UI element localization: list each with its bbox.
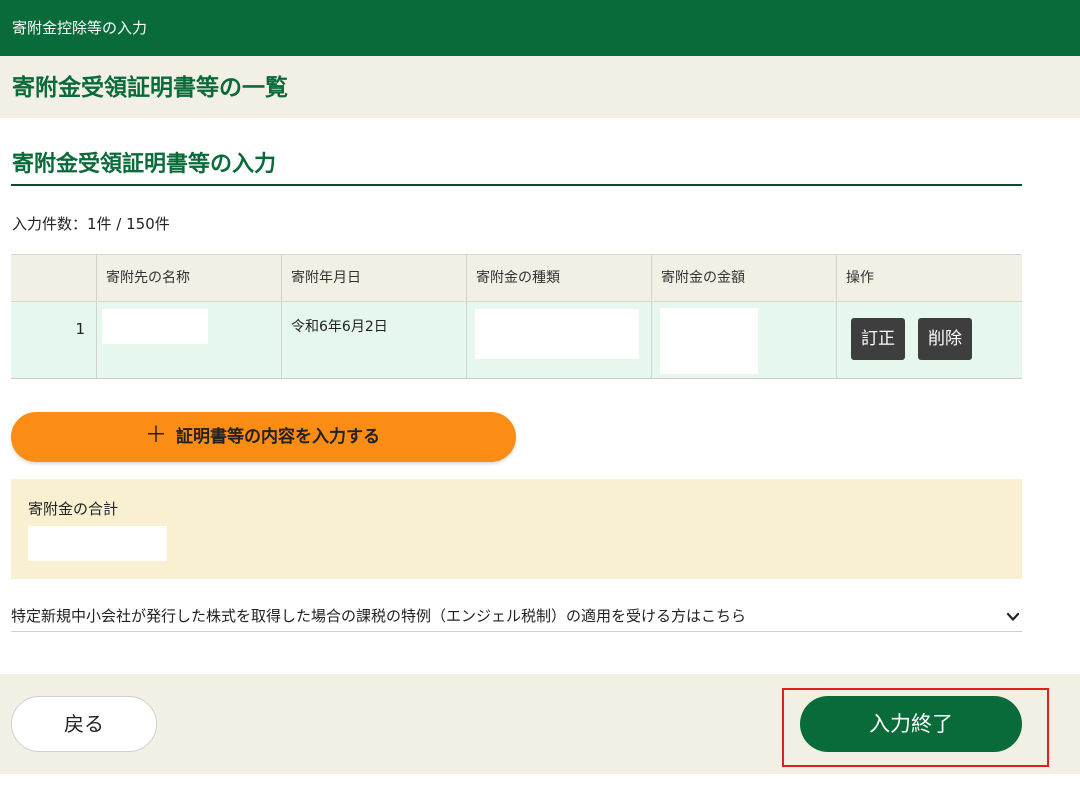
header-amount-label: 寄附金の金額 [661, 270, 745, 286]
delete-button[interactable]: 削除 [918, 318, 972, 360]
table-header: 寄附先の名称 寄附年月日 寄附金の種類 寄附金の金額 操作 [11, 255, 1022, 302]
cell-amount [652, 302, 837, 378]
header-cell-amount: 寄附金の金額 [652, 255, 837, 301]
angel-tax-text: 特定新規中小会社が発行した株式を取得した場合の課税の特例（エンジェル税制）の適用… [11, 607, 747, 625]
header-type-label: 寄附金の種類 [476, 270, 560, 286]
header-cell-type: 寄附金の種類 [467, 255, 652, 301]
cell-date: 令和6年6月2日 [282, 302, 467, 378]
header-cell-date: 寄附年月日 [282, 255, 467, 301]
section-title: 寄附金受領証明書等の入力 [12, 152, 277, 177]
redacted-type [475, 309, 639, 359]
cell-name [97, 302, 282, 378]
header-name-label: 寄附先の名称 [106, 270, 190, 286]
cell-type [467, 302, 652, 378]
cell-actions: 訂正 削除 [837, 302, 1022, 378]
add-certificate-label: 証明書等の内容を入力する [176, 427, 380, 447]
header-cell-name: 寄附先の名称 [97, 255, 282, 301]
top-bar: 寄附金控除等の入力 [0, 0, 1080, 56]
header-actions-label: 操作 [846, 270, 874, 286]
entry-count: 入力件数：1件 / 150件 [12, 215, 170, 233]
donation-table: 寄附先の名称 寄附年月日 寄附金の種類 寄附金の金額 操作 1 令和6年6月2日 [11, 254, 1022, 379]
back-button[interactable]: 戻る [11, 696, 157, 752]
redacted-amount [660, 308, 758, 374]
donation-total-panel: 寄附金の合計 [11, 479, 1022, 579]
add-certificate-button[interactable]: ＋ 証明書等の内容を入力する [11, 412, 516, 462]
donation-date: 令和6年6月2日 [291, 319, 388, 335]
row-number: 1 [75, 320, 85, 338]
edit-button[interactable]: 訂正 [851, 318, 905, 360]
plus-icon: ＋ [145, 423, 168, 448]
chevron-down-icon [1006, 612, 1020, 621]
app-title: 寄附金控除等の入力 [12, 19, 148, 37]
footer-bar: 戻る 入力終了 [0, 674, 1080, 774]
header-cell-no [11, 255, 97, 301]
redacted-name [102, 309, 208, 344]
table-row: 1 令和6年6月2日 訂正 削除 [11, 302, 1022, 379]
cell-no: 1 [11, 302, 97, 378]
angel-tax-expander[interactable]: 特定新規中小会社が発行した株式を取得した場合の課税の特例（エンジェル税制）の適用… [11, 604, 1022, 632]
page-title: 寄附金受領証明書等の一覧 [12, 75, 288, 101]
total-label: 寄附金の合計 [28, 500, 119, 518]
page-header: 寄附金受領証明書等の一覧 [0, 56, 1080, 118]
header-date-label: 寄附年月日 [291, 270, 361, 286]
finish-input-button[interactable]: 入力終了 [800, 696, 1022, 752]
redacted-total [28, 526, 167, 561]
section-divider [11, 184, 1022, 186]
header-cell-actions: 操作 [837, 255, 1022, 301]
